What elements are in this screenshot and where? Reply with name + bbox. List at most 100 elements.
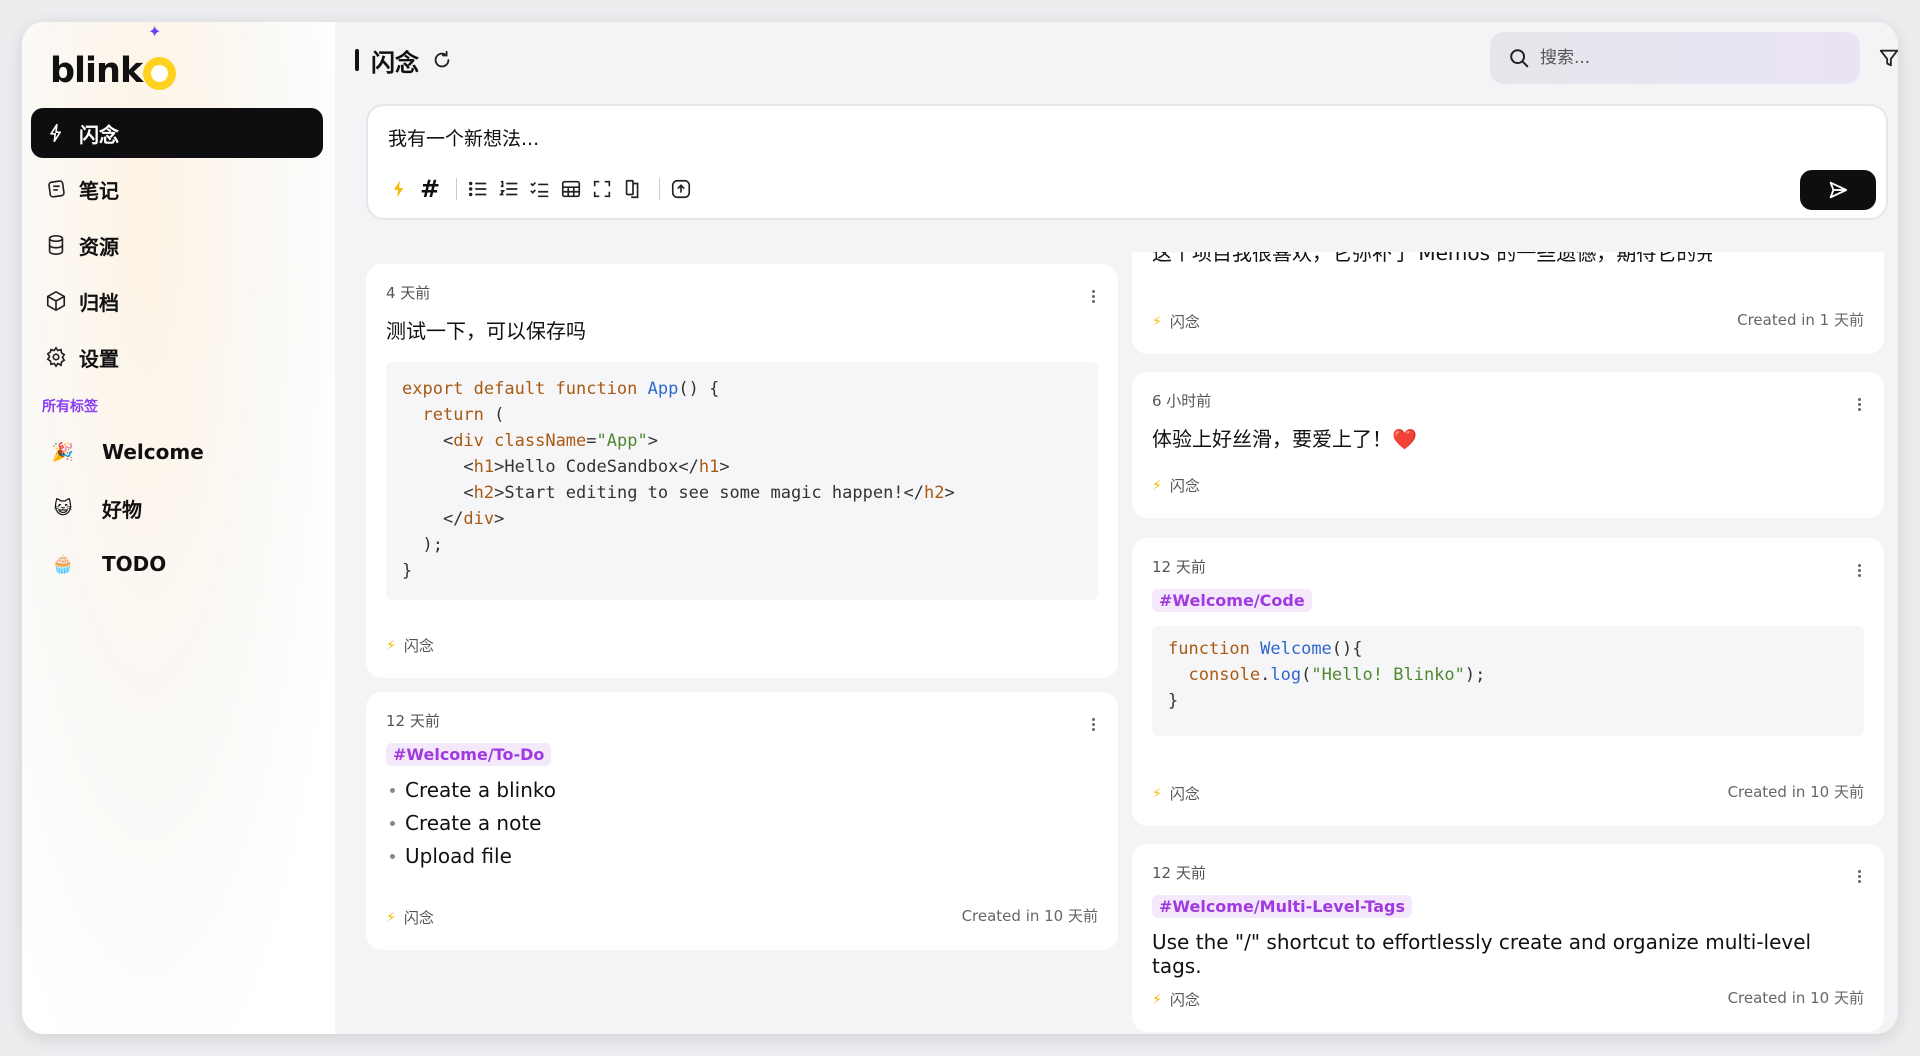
bolt-icon[interactable] bbox=[386, 176, 412, 202]
card-text: 体验上好丝滑，要爱上了！❤️ bbox=[1152, 427, 1417, 451]
tag-label: Welcome bbox=[102, 440, 204, 464]
tag-chip[interactable]: #Welcome/Multi-Level-Tags bbox=[1152, 895, 1412, 918]
sidebar-item-settings[interactable]: 设置 bbox=[31, 332, 323, 382]
hashtag-icon[interactable]: # bbox=[417, 175, 443, 203]
sidebar: blink ✦ 闪念 笔记 资源 归档 设置 所有标签 🎉 Welcome 😺 … bbox=[22, 22, 335, 1034]
bullet-list-icon[interactable] bbox=[465, 176, 491, 202]
ordered-list-icon[interactable] bbox=[496, 176, 522, 202]
note-card[interactable]: 这个项目我很喜欢，它弥补了 Memos 的一些遗憾，期待它的完善 ⚡ 闪念 Cr… bbox=[1132, 252, 1884, 354]
upload-icon[interactable] bbox=[668, 176, 694, 202]
toolbar-divider bbox=[659, 178, 660, 200]
card-menu-icon[interactable] bbox=[1856, 398, 1862, 414]
sidebar-item-resources[interactable]: 资源 bbox=[31, 220, 323, 270]
created-time: Created in 10 天前 bbox=[1727, 783, 1864, 801]
sidebar-item-label: 笔记 bbox=[79, 178, 119, 203]
sidebar-item-label: 闪念 bbox=[79, 122, 119, 147]
tag-list: 🎉 Welcome 😺 好物 🧁 TODO bbox=[31, 426, 323, 594]
card-type-label: 闪念 bbox=[1169, 991, 1200, 1009]
tag-chip[interactable]: #Welcome/To-Do bbox=[386, 743, 552, 766]
created-time: Created in 1 天前 bbox=[1737, 311, 1864, 329]
note-card[interactable]: 6 小时前 体验上好丝滑，要爱上了！❤️ ⚡ 闪念 bbox=[1132, 372, 1884, 518]
title-bar-decoration bbox=[355, 49, 359, 71]
card-timestamp: 12 天前 bbox=[1152, 864, 1206, 882]
table-icon[interactable] bbox=[558, 176, 584, 202]
tag-item-todo[interactable]: 🧁 TODO bbox=[31, 538, 323, 590]
columns-icon[interactable] bbox=[620, 176, 646, 202]
notes-icon bbox=[45, 178, 67, 200]
code-block: function Welcome(){ console.log("Hello! … bbox=[1152, 626, 1864, 736]
note-card[interactable]: 12 天前 #Welcome/Code function Welcome(){ … bbox=[1132, 538, 1884, 826]
sidebar-item-archive[interactable]: 归档 bbox=[31, 276, 323, 326]
checklist-icon[interactable] bbox=[527, 176, 553, 202]
card-footer: ⚡ 闪念 bbox=[1152, 311, 1200, 332]
note-editor[interactable]: 我有一个新想法... # bbox=[366, 104, 1888, 220]
list-item: Create a note bbox=[386, 811, 1098, 835]
tags-section-title: 所有标签 bbox=[42, 399, 98, 415]
database-icon bbox=[45, 234, 67, 256]
cat-icon: 😺 bbox=[53, 497, 73, 519]
card-timestamp: 6 小时前 bbox=[1152, 392, 1212, 410]
party-icon: 🎉 bbox=[51, 441, 75, 463]
card-text: Use the "/" shortcut to effortlessly cre… bbox=[1152, 930, 1812, 978]
tag-label: 好物 bbox=[102, 497, 142, 522]
search-input[interactable] bbox=[1540, 48, 1820, 68]
bolt-icon: ⚡ bbox=[1152, 477, 1162, 494]
page-header: 闪念 bbox=[355, 40, 453, 80]
tag-chip[interactable]: #Welcome/Code bbox=[1152, 589, 1312, 612]
card-type-label: 闪念 bbox=[403, 637, 434, 655]
bolt-icon: ⚡ bbox=[1152, 991, 1162, 1008]
tag-item-welcome[interactable]: 🎉 Welcome bbox=[31, 426, 323, 478]
created-time: Created in 10 天前 bbox=[1727, 989, 1864, 1007]
card-type-label: 闪念 bbox=[1169, 477, 1200, 495]
bolt-icon bbox=[45, 122, 67, 144]
page-title: 闪念 bbox=[371, 48, 419, 77]
refresh-icon[interactable] bbox=[431, 49, 453, 71]
logo-text: blink bbox=[50, 51, 143, 91]
gear-icon bbox=[45, 346, 67, 368]
search-box[interactable] bbox=[1490, 32, 1860, 84]
fullscreen-icon[interactable] bbox=[589, 176, 615, 202]
bolt-icon: ⚡ bbox=[1152, 785, 1162, 802]
bolt-icon: ⚡ bbox=[1152, 313, 1162, 330]
note-card[interactable]: 4 天前 测试一下，可以保存吗 export default function … bbox=[366, 264, 1118, 678]
tag-label: TODO bbox=[102, 552, 167, 576]
sidebar-item-notes[interactable]: 笔记 bbox=[31, 164, 323, 214]
card-menu-icon[interactable] bbox=[1090, 290, 1096, 306]
card-timestamp: 12 天前 bbox=[386, 712, 440, 730]
card-text: 测试一下，可以保存吗 bbox=[386, 319, 586, 343]
card-footer: ⚡ 闪念 bbox=[1152, 783, 1200, 804]
sidebar-item-label: 资源 bbox=[79, 234, 119, 259]
card-footer: ⚡ 闪念 bbox=[386, 907, 434, 928]
app-window: blink ✦ 闪念 笔记 资源 归档 设置 所有标签 🎉 Welcome 😺 … bbox=[22, 22, 1898, 1034]
card-footer: ⚡ 闪念 bbox=[1152, 989, 1200, 1010]
archive-icon bbox=[45, 290, 67, 312]
search-icon bbox=[1510, 49, 1529, 68]
note-card[interactable]: 12 天前 #Welcome/Multi-Level-Tags Use the … bbox=[1132, 844, 1884, 1032]
editor-toolbar: # bbox=[386, 175, 699, 203]
card-type-label: 闪念 bbox=[403, 909, 434, 927]
todo-list: Create a blinko Create a note Upload fil… bbox=[386, 778, 1098, 868]
card-footer: ⚡ 闪念 bbox=[386, 635, 434, 656]
card-text-partial: 这个项目我很喜欢，它弥补了 Memos 的一些遗憾，期待它的完善 bbox=[1152, 252, 1712, 264]
list-item: Upload file bbox=[386, 844, 1098, 868]
card-type-label: 闪念 bbox=[1169, 313, 1200, 331]
filter-icon[interactable] bbox=[1878, 46, 1898, 70]
code-block: export default function App() { return (… bbox=[386, 362, 1098, 600]
send-button[interactable] bbox=[1800, 170, 1876, 210]
cupcake-icon: 🧁 bbox=[51, 553, 75, 575]
bolt-icon: ⚡ bbox=[386, 637, 396, 654]
bolt-icon: ⚡ bbox=[386, 909, 396, 926]
card-menu-icon[interactable] bbox=[1856, 564, 1862, 580]
list-item: Create a blinko bbox=[386, 778, 1098, 802]
card-timestamp: 4 天前 bbox=[386, 284, 431, 302]
sparkle-icon: ✦ bbox=[148, 22, 162, 41]
sidebar-item-flash[interactable]: 闪念 bbox=[31, 108, 323, 158]
tag-item-goods[interactable]: 😺 好物 bbox=[31, 482, 323, 534]
card-menu-icon[interactable] bbox=[1856, 870, 1862, 886]
toolbar-divider bbox=[456, 178, 457, 200]
editor-input[interactable]: 我有一个新想法... bbox=[388, 124, 539, 151]
card-menu-icon[interactable] bbox=[1090, 718, 1096, 734]
logo-circle bbox=[143, 56, 177, 90]
note-card[interactable]: 12 天前 #Welcome/To-Do Create a blinko Cre… bbox=[366, 692, 1118, 950]
card-type-label: 闪念 bbox=[1169, 785, 1200, 803]
